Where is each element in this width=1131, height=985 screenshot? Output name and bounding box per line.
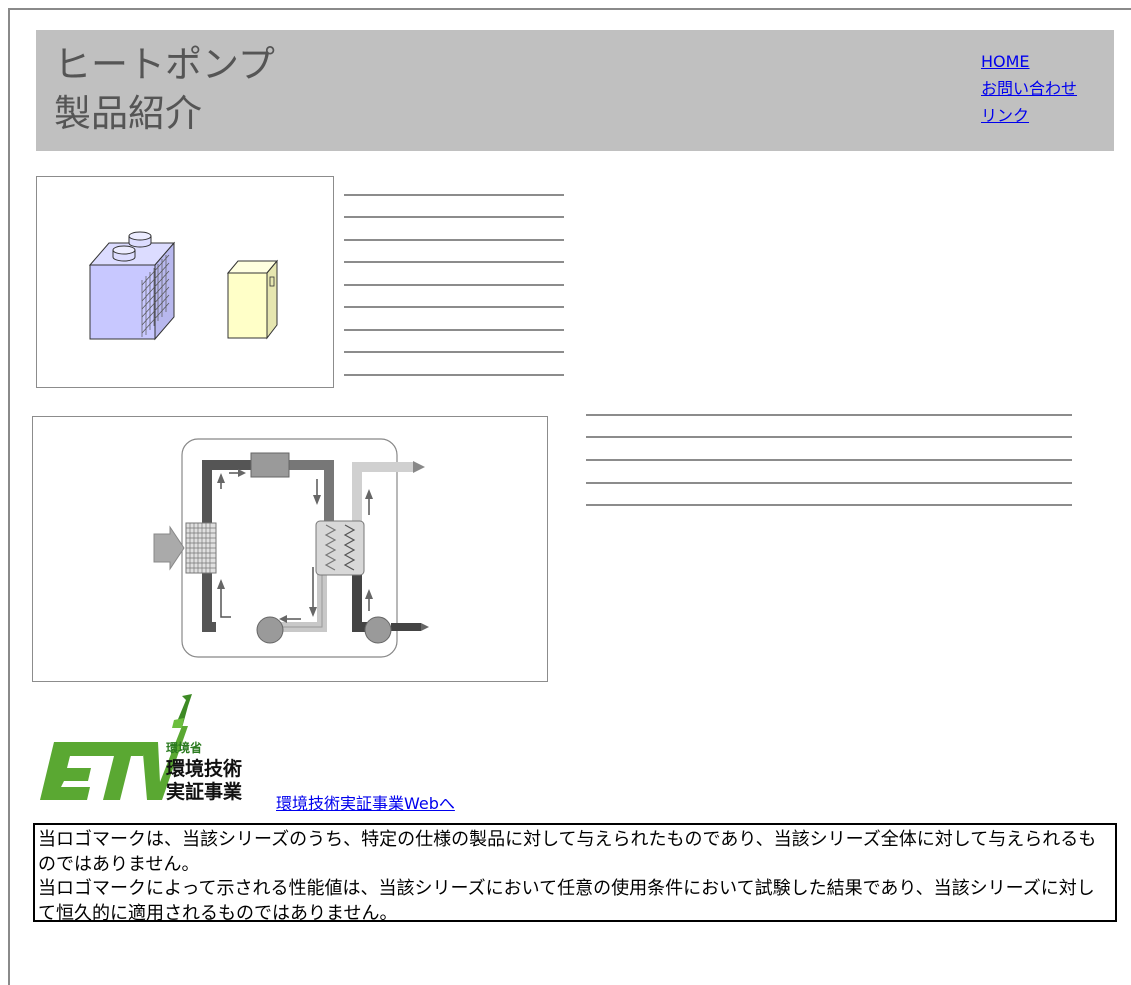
header-nav: HOME お問い合わせ リンク [981, 48, 1077, 129]
etv-logo-text-ministry: 環境省 [166, 740, 202, 755]
site-title-line1: ヒートポンプ [54, 43, 275, 86]
etv-logo-text-line2: 環境技術 [166, 757, 242, 780]
etv-logo: 環境省 環境技術 実証事業 [36, 694, 266, 804]
logo-disclaimer-box: 当ロゴマークは、当該シリーズのうち、特定の仕様の製品に対して与えられたものであり… [33, 823, 1117, 924]
nav-link-links[interactable]: リンク [981, 102, 1077, 129]
disclaimer-paragraph-2: 当ロゴマークによって示される性能値は、当該シリーズにおいて任意の使用条件において… [38, 878, 1095, 924]
site-header: ヒートポンプ 製品紹介 HOME お問い合わせ リンク [36, 30, 1114, 151]
heat-pump-units-illustration [88, 231, 279, 341]
outdoor-unit-icon [88, 231, 176, 341]
etv-web-link[interactable]: 環境技術実証事業Webへ [276, 790, 455, 814]
etv-logo-graphic: 環境省 環境技術 実証事業 [40, 694, 243, 803]
product-image-panel [36, 176, 334, 388]
site-title: ヒートポンプ 製品紹介 [54, 40, 275, 138]
heat-pump-cycle-diagram [153, 438, 429, 658]
text-placeholder-lines-1 [344, 194, 564, 380]
nav-link-contact[interactable]: お問い合わせ [981, 75, 1077, 102]
site-title-line2: 製品紹介 [54, 92, 202, 135]
text-placeholder-lines-2 [586, 414, 1072, 508]
heat-pump-diagram-panel [32, 416, 548, 682]
disclaimer-paragraph-1: 当ロゴマークは、当該シリーズのうち、特定の仕様の製品に対して与えられたものであり… [38, 829, 1097, 875]
indoor-unit-icon [226, 259, 279, 340]
nav-link-home[interactable]: HOME [981, 48, 1077, 75]
etv-logo-text-line3: 実証事業 [166, 780, 243, 803]
